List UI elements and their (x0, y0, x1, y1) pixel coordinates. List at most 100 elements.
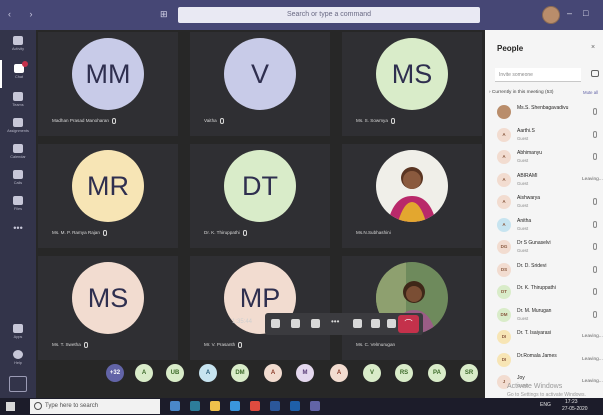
person-name: Aishwarya (517, 195, 541, 201)
person-role: Guest (517, 135, 529, 141)
mic-icon (593, 288, 597, 295)
edge-icon[interactable] (190, 401, 200, 411)
chat-icon[interactable] (371, 319, 380, 328)
rail-activity[interactable]: Activity (0, 32, 36, 60)
participant-photo (376, 150, 448, 222)
store-icon[interactable] (230, 401, 240, 411)
share-screen-icon[interactable] (311, 319, 320, 328)
people-panel: People × Invite someone › Currently in t… (485, 30, 603, 398)
maximize-button[interactable]: □ (583, 8, 588, 18)
person-name: Dr S Gunaselvi (517, 240, 551, 246)
participant-chip[interactable]: RS (395, 364, 413, 382)
close-icon[interactable]: × (591, 44, 595, 51)
mic-icon (593, 130, 597, 138)
share-link-icon[interactable] (591, 70, 599, 77)
rail-label: Help (14, 361, 22, 365)
participant-chip[interactable]: PA (428, 364, 446, 382)
person-row[interactable]: A ABIRAMI Guest Leaving... (495, 170, 603, 194)
meeting-section-header[interactable]: › Currently in this meeting (53) (489, 90, 554, 95)
rail-calls[interactable]: Calls (0, 166, 36, 194)
participant-chip[interactable]: A (199, 364, 217, 382)
person-row[interactable]: DI Dr.Romala James Leaving... (495, 350, 603, 374)
participant-chip[interactable]: A (135, 364, 153, 382)
person-row[interactable]: A Aishwarya Guest (495, 192, 603, 216)
windows-start-icon[interactable] (6, 402, 15, 411)
rail-label: Teams (12, 103, 24, 107)
raise-hand-icon[interactable] (353, 319, 362, 328)
participants-icon[interactable] (387, 319, 396, 328)
camera-icon[interactable] (271, 319, 280, 328)
person-row[interactable]: A Anitha Guest (495, 215, 603, 239)
back-forward-arrows[interactable]: ‹ › (8, 9, 41, 19)
person-row[interactable]: DI Dr. T. Isaiyarasi Leaving... (495, 327, 603, 351)
video-tile[interactable]: MP Mr. V. Prasanth (190, 256, 330, 360)
person-row[interactable]: DS Dr. D. Sridevi (495, 260, 603, 284)
chrome-icon[interactable] (250, 401, 260, 411)
tray-language[interactable]: ENG (540, 402, 551, 408)
rail-label: Files (13, 207, 23, 211)
rail-apps[interactable]: Apps (0, 320, 36, 348)
participant-initials: DT (224, 150, 296, 222)
profile-avatar[interactable] (542, 6, 560, 24)
person-row[interactable]: DM Dr. M. Murugan Guest (495, 305, 603, 329)
person-row[interactable]: Ms.S. Shenbagavadivu (495, 102, 603, 126)
title-bar: ‹ › ⊞ Search or type a command – □ (0, 0, 603, 30)
mic-icon (390, 118, 395, 124)
tray-time[interactable]: 17:23 (565, 399, 578, 405)
video-tile[interactable]: V Vaitha (190, 32, 330, 136)
teams-taskbar-icon[interactable] (310, 401, 320, 411)
hang-up-button[interactable]: ⌒ (398, 315, 419, 333)
rail-chat[interactable]: Chat (0, 60, 36, 88)
participant-chip-overflow[interactable]: +32 (106, 364, 124, 382)
person-row[interactable]: A Aarthi.S Guest (495, 125, 603, 149)
participant-initials: MS (376, 38, 448, 110)
person-row[interactable]: A Abhimanyu Guest (495, 147, 603, 171)
video-tile[interactable]: MS Ms. S. Sowmya (342, 32, 482, 136)
outlook-icon[interactable] (290, 401, 300, 411)
rail-files[interactable]: Files (0, 192, 36, 220)
participant-chip[interactable]: M (296, 364, 314, 382)
more-apps-ellipsis[interactable]: ••• (0, 223, 36, 233)
taskbar-search[interactable]: Type here to search (30, 399, 160, 414)
new-window-icon[interactable]: ⊞ (160, 9, 168, 20)
participant-chip[interactable]: UB (166, 364, 184, 382)
bell-icon (13, 36, 23, 45)
device-icon[interactable] (9, 376, 27, 392)
rail-assignments[interactable]: Assignments (0, 114, 36, 142)
person-avatar (497, 105, 511, 119)
word-icon[interactable] (270, 401, 280, 411)
video-tile[interactable]: DT Dr. K. Thiruppathi (190, 144, 330, 248)
rail-calendar[interactable]: Calendar (0, 140, 36, 168)
more-actions-icon[interactable]: ••• (331, 317, 343, 326)
microphone-icon[interactable] (291, 319, 300, 328)
video-tile[interactable]: MM Madhan Prasad Manoharan (38, 32, 178, 136)
participant-chip[interactable]: A (330, 364, 348, 382)
tray-date[interactable]: 27-05-2020 (562, 406, 588, 412)
search-command-box[interactable]: Search or type a command (178, 7, 480, 23)
rail-teams[interactable]: Teams (0, 88, 36, 116)
person-role: Guest (517, 158, 529, 163)
invite-input[interactable]: Invite someone (495, 68, 581, 82)
video-tile[interactable]: Ms. C. Velmurugan (342, 256, 482, 360)
minimize-button[interactable]: – (567, 8, 572, 18)
rail-help[interactable]: Help (0, 346, 36, 374)
person-row[interactable]: DG Dr S Gunaselvi Guest (495, 237, 603, 261)
person-name: Dr. M. Murugan (517, 307, 552, 314)
person-name: Ms.S. Shenbagavadivu (517, 105, 569, 111)
file-explorer-icon[interactable] (210, 401, 220, 411)
video-tile[interactable]: Ms.N.Subhashini (342, 144, 482, 248)
participant-chip[interactable]: DM (231, 364, 249, 382)
participant-name: Ms. M. P. Ramya Rajan (52, 230, 107, 236)
video-tile[interactable]: MS Ms. T. Swetha (38, 256, 178, 360)
participant-chip[interactable]: A (264, 364, 282, 382)
person-row[interactable]: DT Dr. K. Thiruppathi (495, 282, 603, 306)
task-view-icon[interactable] (170, 401, 180, 411)
call-timer: 1:35:44 (232, 319, 253, 325)
mute-all-button[interactable]: Mute all (583, 90, 598, 95)
person-status: Leaving... (582, 176, 603, 182)
participant-name: Ms. S. Sowmya (356, 118, 395, 124)
mic-icon (102, 230, 107, 236)
video-tile[interactable]: MR Ms. M. P. Ramya Rajan (38, 144, 178, 248)
participant-chip[interactable]: V (363, 364, 381, 382)
participant-chip[interactable]: SR (460, 364, 478, 382)
